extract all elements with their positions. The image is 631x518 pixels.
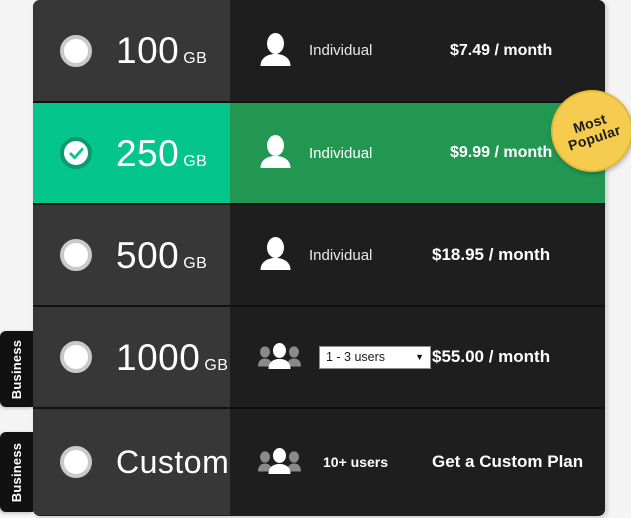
plan-row[interactable]: Custom 10+ users Get a Custom Plan [33,409,605,515]
business-tab-label: Business [9,339,24,399]
business-tab-label: Business [9,442,24,502]
plan-storage-amount: 1000 [116,336,201,378]
plan-custom-cta[interactable]: Get a Custom Plan [432,452,583,472]
plan-row[interactable]: 100 GB Individual $7.49 / month [33,0,605,103]
single-user-icon [258,135,293,171]
plan-row-storage-pane[interactable]: 250 GB [33,103,230,203]
plan-storage-amount: 250 [116,132,180,174]
plan-storage-label: 100 GB [116,32,207,69]
plan-radio-button[interactable] [60,446,92,478]
plan-storage-label: Custom [116,446,233,478]
business-tab[interactable]: Business [0,432,33,512]
plan-price: $7.49 / month [450,41,553,59]
plan-price: $9.99 / month [450,144,553,161]
single-user-icon [258,237,293,273]
plan-user-type: Individual [309,144,373,162]
plan-row-storage-pane[interactable]: Custom [33,409,230,515]
plan-storage-amount: Custom [116,444,230,480]
plan-row-details-pane[interactable]: Individual $7.49 / month [230,0,605,101]
plan-row-details-pane[interactable]: Individual $18.95 / month [230,205,605,305]
plan-radio-button[interactable] [60,239,92,271]
plan-user-type: Individual [309,42,373,59]
plan-row-storage-pane[interactable]: 100 GB [33,0,230,101]
user-count-select-value: 1 - 3 users [326,350,386,364]
pricing-plan-card: 100 GB Individual $7.49 / month 250 GB I… [33,0,605,516]
group-users-icon [258,343,301,371]
plan-storage-amount: 500 [116,234,180,276]
plan-row-details-pane[interactable]: 1 - 3 users ▼ $55.00 / month [230,307,605,407]
plan-storage-unit: GB [183,152,208,170]
group-users-icon [258,448,301,476]
plan-storage-label: 1000 GB [116,339,228,376]
single-user-icon [258,32,293,69]
plan-user-type: Individual [309,246,373,264]
plan-row[interactable]: 250 GB Individual $9.99 / month [33,103,605,205]
plan-row-storage-pane[interactable]: 500 GB [33,205,230,305]
plan-storage-unit: GB [183,254,208,272]
plan-storage-unit: GB [204,356,229,374]
plan-storage-label: 250 GB [116,135,207,172]
check-icon [64,141,88,165]
plan-row[interactable]: 500 GB Individual $18.95 / month [33,205,605,307]
plan-radio-button[interactable] [60,34,92,67]
plan-row-details-pane[interactable]: 10+ users Get a Custom Plan [230,409,605,515]
plan-row[interactable]: 1000 GB 1 - 3 users ▼ $55.00 / month [33,307,605,409]
plan-row-storage-pane[interactable]: 1000 GB [33,307,230,407]
most-popular-badge-text: Most Popular [562,109,623,154]
user-count-select[interactable]: 1 - 3 users ▼ [319,345,431,369]
plan-row-details-pane[interactable]: Individual $9.99 / month [230,103,605,203]
plan-user-type: 10+ users [323,454,388,470]
plan-price: $18.95 / month [432,245,551,264]
plan-storage-amount: 100 [116,30,180,71]
plan-radio-button[interactable] [60,137,92,169]
plan-radio-button[interactable] [60,341,92,373]
plan-price: $55.00 / month [432,347,551,366]
chevron-down-icon: ▼ [415,351,424,362]
most-popular-badge: Most Popular [551,90,631,172]
business-tab[interactable]: Business [0,331,33,407]
plan-storage-label: 500 GB [116,237,207,274]
plan-storage-unit: GB [183,50,208,67]
